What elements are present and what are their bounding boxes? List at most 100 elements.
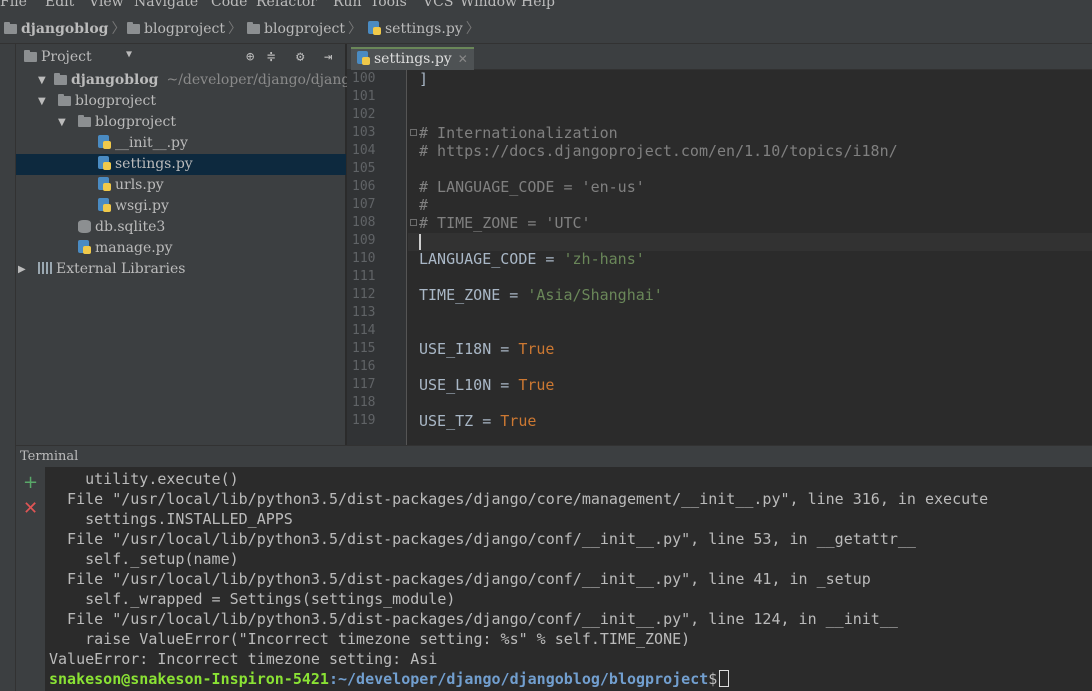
menu-run[interactable]: Run: [333, 0, 362, 10]
tree-item-djangoblog[interactable]: ▼ djangoblog ~/developer/django/djang: [16, 70, 350, 91]
menu-refactor[interactable]: Refactor: [256, 0, 317, 10]
menu-bar: File Edit View Navigate Code Refactor Ru…: [0, 0, 1092, 12]
terminal-line: utility.execute(): [49, 470, 239, 488]
terminal-line: self._wrapped = Settings(settings_module…: [49, 590, 456, 608]
folder-icon: [4, 22, 17, 34]
line-number: 103: [352, 125, 376, 140]
menu-window[interactable]: Window: [460, 0, 517, 10]
python-file-icon: [357, 51, 370, 65]
menu-file[interactable]: File: [0, 0, 27, 10]
expand-arrow-icon[interactable]: ▶: [18, 259, 26, 280]
menu-vcs[interactable]: VCS: [423, 0, 453, 10]
python-file-icon: [98, 198, 111, 212]
menu-help[interactable]: Help: [521, 0, 555, 10]
fold-marker-icon[interactable]: [410, 219, 417, 226]
project-view-selector[interactable]: Project: [24, 49, 92, 65]
menu-code[interactable]: Code: [211, 0, 247, 10]
tree-item-external-libraries[interactable]: ▶ External Libraries: [16, 259, 346, 280]
line-number: 116: [352, 359, 376, 374]
menu-edit[interactable]: Edit: [45, 0, 74, 10]
chevron-right-icon: 〉: [111, 21, 126, 37]
tree-item-urls-py[interactable]: urls.py: [16, 175, 346, 196]
python-file-icon: [98, 156, 111, 170]
chevron-right-icon: 〉: [228, 21, 243, 37]
new-session-icon[interactable]: +: [23, 472, 38, 493]
code-line-115: USE_I18N = True: [419, 340, 555, 358]
close-icon[interactable]: ✕: [458, 52, 468, 66]
editor-tab-bar: settings.py ✕: [347, 44, 1092, 70]
line-number: 119: [352, 413, 376, 428]
tree-item-db-sqlite3[interactable]: db.sqlite3: [16, 217, 346, 238]
terminal-line: settings.INSTALLED_APPS: [49, 510, 293, 528]
fold-marker-icon[interactable]: [410, 129, 417, 136]
terminal-cursor: [719, 670, 730, 687]
breadcrumb-settings-py[interactable]: settings.py 〉: [368, 20, 480, 38]
chevron-down-icon[interactable]: ▼: [126, 49, 132, 60]
terminal-header: Terminal: [16, 445, 1092, 467]
close-session-icon[interactable]: ✕: [23, 498, 38, 519]
terminal-title: Terminal: [20, 449, 79, 464]
terminal-line: File "/usr/local/lib/python3.5/dist-pack…: [49, 530, 916, 548]
current-line-highlight: [408, 233, 1092, 251]
tree-item-manage-py[interactable]: manage.py: [16, 238, 346, 259]
code-line-110: LANGUAGE_CODE = 'zh-hans': [419, 250, 645, 268]
breadcrumb-blogproject[interactable]: blogproject 〉: [127, 20, 242, 38]
terminal-prompt: snakeson@snakeson-Inspiron-5421:~/develo…: [49, 670, 730, 688]
line-number: 108: [352, 215, 376, 230]
chevron-right-icon: 〉: [465, 21, 480, 37]
line-number: 115: [352, 341, 376, 356]
expand-arrow-icon[interactable]: ▼: [38, 70, 46, 91]
expand-arrow-icon[interactable]: ▼: [38, 91, 46, 112]
terminal-line: File "/usr/local/lib/python3.5/dist-pack…: [49, 570, 871, 588]
collapse-all-icon[interactable]: ≑: [267, 49, 275, 65]
menu-navigate[interactable]: Navigate: [134, 0, 198, 10]
line-number: 100: [352, 71, 376, 86]
tree-item-blogproject-inner[interactable]: ▼ blogproject: [16, 112, 346, 133]
expand-arrow-icon[interactable]: ▼: [58, 112, 66, 133]
menu-tools[interactable]: Tools: [370, 0, 407, 10]
line-number: 113: [352, 305, 376, 320]
gear-icon[interactable]: ⚙: [296, 49, 304, 65]
folder-icon: [247, 22, 260, 34]
breadcrumb-blogproject-inner[interactable]: blogproject 〉: [247, 20, 362, 38]
line-number: 112: [352, 287, 376, 302]
line-number: 110: [352, 251, 376, 266]
tab-settings-py[interactable]: settings.py ✕: [351, 47, 474, 70]
tree-item-settings-py[interactable]: settings.py: [16, 154, 346, 175]
line-number: 102: [352, 107, 376, 122]
folder-icon: [58, 94, 71, 106]
code-line-108: # TIME_ZONE = 'UTC': [419, 214, 591, 232]
database-icon: [78, 220, 91, 233]
terminal-error-line: ValueError: Incorrect timezone setting: …: [49, 650, 438, 668]
code-area[interactable]: ] # Internationalization # https://docs.…: [408, 70, 1092, 445]
code-line-106: # LANGUAGE_CODE = 'en-us': [419, 178, 645, 196]
line-number: 104: [352, 143, 376, 158]
code-line-119: USE_TZ = True: [419, 412, 537, 430]
terminal-line: self._setup(name): [49, 550, 239, 568]
folder-icon: [78, 115, 91, 127]
terminal-line: File "/usr/local/lib/python3.5/dist-pack…: [49, 490, 989, 508]
sync-icon[interactable]: ⊕: [246, 49, 254, 65]
code-line-117: USE_L10N = True: [419, 376, 555, 394]
code-line-112: TIME_ZONE = 'Asia/Shanghai': [419, 286, 663, 304]
line-number-gutter: 100 101 102 103 104 105 106 107 108 109 …: [347, 70, 407, 445]
line-number: 117: [352, 377, 376, 392]
python-file-icon: [78, 240, 91, 254]
menu-view[interactable]: View: [89, 0, 124, 10]
tree-item-wsgi-py[interactable]: wsgi.py: [16, 196, 346, 217]
terminal-line: File "/usr/local/lib/python3.5/dist-pack…: [49, 610, 898, 628]
line-number: 105: [352, 161, 376, 176]
tree-item-init-py[interactable]: __init__.py: [16, 133, 346, 154]
folder-icon: [127, 22, 140, 34]
project-panel: Project ▼ ⊕ ≑ ⚙ ⇥ ▼ djangoblog ~/develope…: [16, 44, 350, 445]
line-number: 111: [352, 269, 376, 284]
line-number: 106: [352, 179, 376, 194]
terminal-line: raise ValueError("Incorrect timezone set…: [49, 630, 691, 648]
breadcrumb-djangoblog[interactable]: djangoblog 〉: [4, 20, 125, 38]
hide-icon[interactable]: ⇥: [324, 49, 332, 65]
line-number: 107: [352, 197, 376, 212]
left-tool-window-strip[interactable]: [0, 44, 16, 691]
tree-item-blogproject[interactable]: ▼ blogproject: [16, 91, 346, 112]
terminal-output[interactable]: utility.execute() File "/usr/local/lib/p…: [45, 467, 1092, 691]
terminal-toolbar: + ✕: [16, 467, 45, 691]
